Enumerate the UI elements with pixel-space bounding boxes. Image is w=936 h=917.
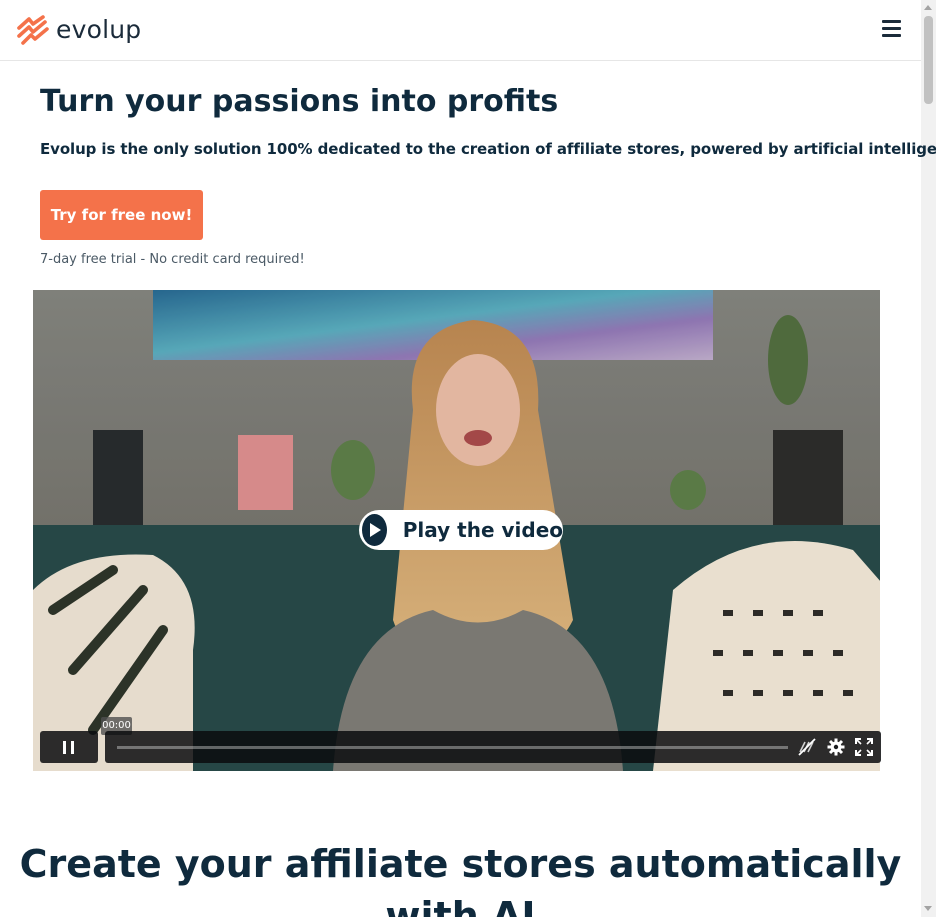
pause-icon — [63, 741, 66, 754]
scroll-thumb[interactable] — [924, 16, 933, 104]
video-progress-bar[interactable] — [117, 746, 788, 749]
logo-mark-icon — [17, 15, 49, 45]
captions-off-icon[interactable] — [798, 738, 816, 756]
pause-button[interactable] — [40, 731, 98, 763]
video-player[interactable]: Play the video 00:00 — [33, 290, 888, 771]
try-free-button[interactable]: Try for free now! — [40, 190, 203, 240]
logo-text: evolup — [56, 15, 142, 44]
hero-subtitle: Evolup is the only solution 100% dedicat… — [40, 140, 936, 158]
site-header: evolup — [0, 0, 921, 61]
hamburger-menu-icon[interactable] — [882, 20, 902, 40]
play-video-button[interactable]: Play the video — [359, 510, 563, 550]
evolup-logo[interactable]: evolup — [16, 15, 141, 45]
page-scrollbar[interactable] — [921, 0, 936, 917]
play-icon — [362, 514, 387, 546]
hero-title: Turn your passions into profits — [40, 84, 559, 119]
play-video-label: Play the video — [402, 518, 563, 542]
fullscreen-icon[interactable] — [855, 738, 873, 756]
settings-gear-icon[interactable] — [827, 738, 845, 756]
trial-note: 7-day free trial - No credit card requir… — [40, 252, 305, 267]
scroll-up-arrow-icon[interactable] — [924, 5, 932, 10]
section-title: Create your affiliate stores automatical… — [19, 842, 902, 917]
video-control-bar — [105, 731, 881, 763]
scroll-down-arrow-icon[interactable] — [924, 906, 932, 911]
